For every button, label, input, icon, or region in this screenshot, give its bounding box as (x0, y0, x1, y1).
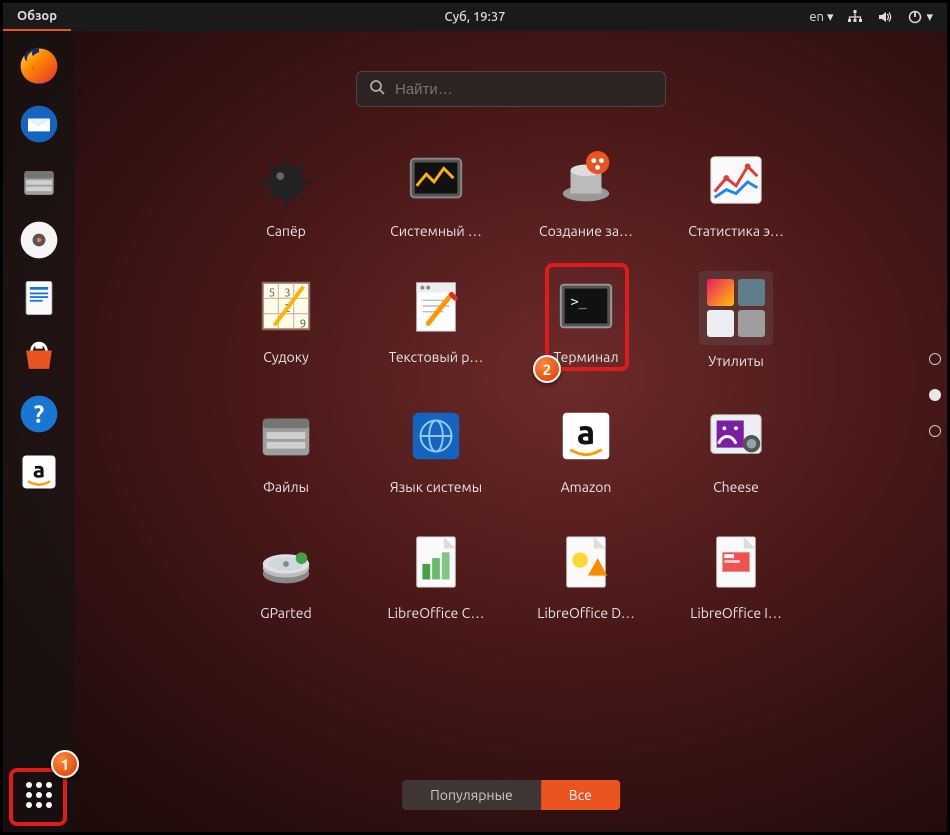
app-system-monitor[interactable]: Системный … (361, 145, 511, 239)
dock-firefox[interactable] (14, 41, 64, 91)
svg-text:>_: >_ (571, 294, 588, 310)
svg-text:3: 3 (284, 286, 291, 299)
system-monitor-icon (401, 145, 471, 215)
sudoku-icon: 5329 (251, 271, 321, 341)
calc-icon (401, 527, 471, 597)
app-label: Файлы (263, 479, 309, 495)
activities-button[interactable]: Обзор (3, 3, 71, 31)
dock-writer[interactable] (14, 273, 64, 323)
show-apps-button[interactable] (14, 770, 64, 820)
app-amazon[interactable]: a Amazon (511, 401, 661, 495)
app-label: GParted (260, 605, 311, 621)
svg-text:?: ? (34, 400, 44, 427)
impress-icon (701, 527, 771, 597)
keyboard-layout-indicator[interactable]: en ▾ (809, 10, 833, 25)
annotation-marker-1: 1 (51, 750, 79, 778)
app-label: Сапёр (266, 223, 306, 239)
app-label: Терминал (553, 349, 618, 365)
dock-software[interactable] (14, 331, 64, 381)
clock[interactable]: Суб, 19:37 (444, 10, 505, 24)
draw-icon (551, 527, 621, 597)
workspace-dot[interactable] (929, 389, 941, 401)
app-libreoffice-draw[interactable]: LibreOffice D… (511, 527, 661, 621)
app-cheese[interactable]: Cheese (661, 401, 811, 495)
app-label: LibreOffice I… (690, 605, 782, 621)
workspace-dot[interactable] (929, 353, 941, 365)
app-label: Судоку (263, 349, 309, 365)
mines-icon (251, 145, 321, 215)
app-files[interactable]: Файлы (211, 401, 361, 495)
search-bar[interactable] (356, 71, 666, 107)
dock-files[interactable] (14, 157, 64, 207)
language-icon (401, 401, 471, 471)
search-icon (369, 79, 385, 99)
tab-all[interactable]: Все (541, 780, 620, 810)
activities-overview: Сапёр Системный … Создание за… Статистик… (75, 31, 947, 832)
tab-frequent[interactable]: Популярные (402, 780, 541, 810)
app-libreoffice-impress[interactable]: LibreOffice I… (661, 527, 811, 621)
app-label: Amazon (561, 479, 612, 495)
dock-help[interactable]: ? (14, 389, 64, 439)
system-status-area: en ▾ ▾ (809, 9, 947, 25)
app-label: Текстовый р… (389, 349, 484, 365)
annotation-marker-2: 2 (533, 355, 561, 383)
app-label: LibreOffice C… (388, 605, 485, 621)
app-label: Язык системы (390, 479, 482, 495)
app-grid: Сапёр Системный … Создание за… Статистик… (211, 145, 811, 621)
power-icon[interactable]: ▾ (907, 9, 933, 25)
volume-icon[interactable] (877, 9, 893, 25)
dock-amazon[interactable]: a (14, 447, 64, 497)
app-gparted[interactable]: GParted (211, 527, 361, 621)
terminal-icon: >_ (551, 271, 621, 341)
app-power-statistics[interactable]: Статистика э… (661, 145, 811, 239)
app-sudoku[interactable]: 5329 Судоку (211, 271, 361, 369)
app-label: LibreOffice D… (537, 605, 635, 621)
gparted-icon (251, 527, 321, 597)
svg-text:5: 5 (269, 286, 276, 299)
search-input[interactable] (395, 81, 653, 98)
dock-rhythmbox[interactable] (14, 215, 64, 265)
workspace-indicator[interactable] (929, 353, 941, 437)
dock-thunderbird[interactable] (14, 99, 64, 149)
app-text-editor[interactable]: Текстовый р… (361, 271, 511, 369)
gedit-icon (401, 271, 471, 341)
workspace-dot[interactable] (929, 425, 941, 437)
app-terminal[interactable]: 2 >_ Терминал (511, 271, 661, 369)
app-label: Утилиты (708, 353, 764, 369)
app-libreoffice-calc[interactable]: LibreOffice C… (361, 527, 511, 621)
utilities-folder-icon (699, 271, 773, 345)
files-icon (251, 401, 321, 471)
amazon-icon: a (551, 401, 621, 471)
view-tabs: Популярные Все (402, 780, 620, 810)
top-bar: Обзор Суб, 19:37 en ▾ ▾ (3, 3, 947, 31)
dock: ? a (3, 31, 75, 832)
svg-text:a: a (33, 458, 45, 483)
app-language-support[interactable]: Язык системы (361, 401, 511, 495)
app-utilities-folder[interactable]: Утилиты (661, 271, 811, 369)
app-label: Cheese (713, 479, 759, 495)
app-label: Системный … (390, 223, 482, 239)
app-label: Создание за… (539, 223, 633, 239)
app-label: Статистика э… (688, 223, 784, 239)
cheese-icon (701, 401, 771, 471)
network-icon[interactable] (847, 9, 863, 25)
svg-text:9: 9 (300, 317, 307, 330)
app-mines[interactable]: Сапёр (211, 145, 361, 239)
app-startup-disk[interactable]: Создание за… (511, 145, 661, 239)
svg-text:a: a (577, 414, 595, 451)
power-stats-icon (701, 145, 771, 215)
startup-disk-icon (551, 145, 621, 215)
